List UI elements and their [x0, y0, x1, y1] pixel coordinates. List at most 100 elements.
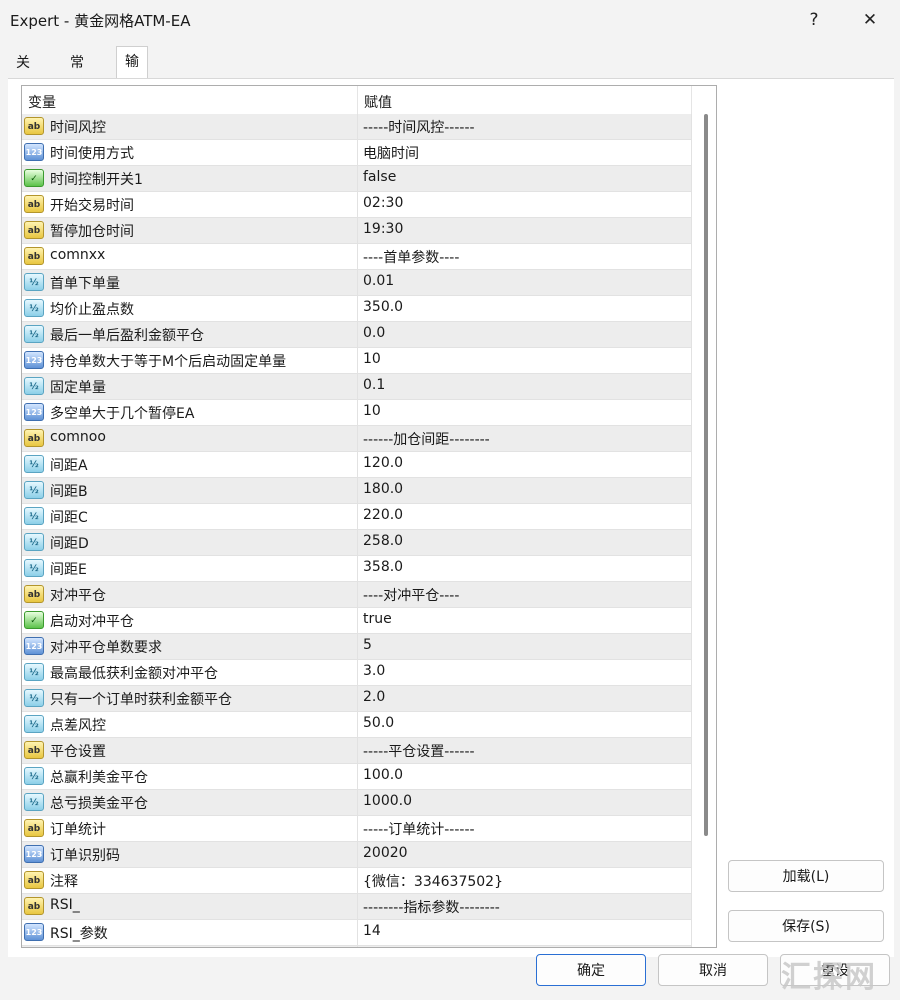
table-row[interactable]: ab 开始交易时间 02:30	[22, 192, 692, 218]
table-row[interactable]: ✓ 时间控制开关1 false	[22, 166, 692, 192]
column-separator	[691, 244, 692, 269]
table-row[interactable]: 123RSI_周期图15 Minutes	[22, 946, 692, 947]
parameter-value[interactable]: 5	[363, 637, 372, 653]
parameter-value[interactable]: 电脑时间	[363, 143, 419, 163]
parameter-name: comnxx	[50, 247, 106, 263]
parameter-value[interactable]: 358.0	[363, 559, 403, 575]
table-row[interactable]: 123 多空单大于几个暂停EA 10	[22, 400, 692, 426]
scrollbar-thumb[interactable]	[704, 114, 708, 836]
table-row[interactable]: ab 对冲平仓 ----对冲平仓----	[22, 582, 692, 608]
parameter-value[interactable]: 50.0	[363, 715, 394, 731]
parameter-value[interactable]: ----首单参数----	[363, 247, 459, 267]
double-type-icon: ½	[24, 455, 44, 473]
parameter-value[interactable]: 02:30	[363, 195, 403, 211]
table-row[interactable]: ½ 间距C 220.0	[22, 504, 692, 530]
table-row[interactable]: ab comnxx ----首单参数----	[22, 244, 692, 270]
tab-about[interactable]: 关于	[8, 48, 38, 101]
parameter-value[interactable]: 3.0	[363, 663, 385, 679]
column-separator	[691, 322, 692, 347]
table-row[interactable]: 123 对冲平仓单数要求 5	[22, 634, 692, 660]
column-separator	[691, 478, 692, 503]
parameter-value[interactable]: 0.0	[363, 325, 385, 341]
table-row[interactable]: ½ 固定单量 0.1	[22, 374, 692, 400]
table-row[interactable]: ab 暂停加仓时间 19:30	[22, 218, 692, 244]
parameter-value[interactable]: 120.0	[363, 455, 403, 471]
table-row[interactable]: 123 时间使用方式 电脑时间	[22, 140, 692, 166]
parameter-name: 开始交易时间	[50, 198, 134, 214]
parameter-value[interactable]: 10	[363, 403, 381, 419]
table-row[interactable]: ½ 总亏损美金平仓 1000.0	[22, 790, 692, 816]
table-row[interactable]: ½ 首单下单量 0.01	[22, 270, 692, 296]
parameter-value[interactable]: true	[363, 611, 392, 627]
double-type-icon: ½	[24, 377, 44, 395]
parameter-value[interactable]: 20020	[363, 845, 408, 861]
parameter-name: 点差风控	[50, 718, 106, 734]
table-row[interactable]: ½ 均价止盈点数 350.0	[22, 296, 692, 322]
parameter-value[interactable]: 0.1	[363, 377, 385, 393]
parameter-value[interactable]: -----平仓设置------	[363, 741, 475, 761]
parameter-value[interactable]: 10	[363, 351, 381, 367]
parameter-value[interactable]: 0.01	[363, 273, 394, 289]
parameter-value[interactable]: 2.0	[363, 689, 385, 705]
table-row[interactable]: ½ 总赢利美金平仓 100.0	[22, 764, 692, 790]
save-button[interactable]: 保存(S)	[728, 910, 884, 942]
table-row[interactable]: 123 订单识别码 20020	[22, 842, 692, 868]
table-row[interactable]: ✓ 启动对冲平仓 true	[22, 608, 692, 634]
tab-inputs[interactable]: 输入参数	[116, 46, 148, 160]
parameter-value[interactable]: 220.0	[363, 507, 403, 523]
column-separator	[691, 114, 692, 139]
column-separator	[691, 504, 692, 529]
load-button[interactable]: 加载(L)	[728, 860, 884, 892]
tab-common[interactable]: 常用	[62, 48, 92, 101]
column-separator	[691, 894, 692, 919]
parameter-value[interactable]: 14	[363, 923, 381, 939]
parameter-value[interactable]: 100.0	[363, 767, 403, 783]
table-row[interactable]: 123 RSI_参数 14	[22, 920, 692, 946]
parameter-value[interactable]: ----对冲平仓----	[363, 585, 459, 605]
parameter-value[interactable]: 180.0	[363, 481, 403, 497]
cancel-button[interactable]: 取消	[658, 954, 768, 986]
parameter-value[interactable]: {微信：334637502}	[363, 871, 503, 891]
parameter-name: 时间控制开关1	[50, 172, 143, 188]
column-header-value[interactable]: 赋值	[364, 92, 392, 112]
table-row[interactable]: ab comnoo ------加仓间距--------	[22, 426, 692, 452]
table-row[interactable]: ½ 间距B 180.0	[22, 478, 692, 504]
table-row[interactable]: 123 持仓单数大于等于M个后启动固定单量 10	[22, 348, 692, 374]
parameter-value[interactable]: ------加仓间距--------	[363, 429, 490, 449]
table-row[interactable]: ½ 点差风控 50.0	[22, 712, 692, 738]
parameter-value[interactable]: -----时间风控------	[363, 117, 475, 137]
table-row[interactable]: ½ 间距D 258.0	[22, 530, 692, 556]
parameter-value[interactable]: -----订单统计------	[363, 819, 475, 839]
parameter-value[interactable]: 258.0	[363, 533, 403, 549]
table-row[interactable]: ½ 间距A 120.0	[22, 452, 692, 478]
table-row[interactable]: ½ 最高最低获利金额对冲平仓 3.0	[22, 660, 692, 686]
parameter-grid[interactable]: 变量 赋值 ab 时间风控 -----时间风控------ 123 时间使用方式 电脑时间…	[21, 85, 717, 948]
column-separator	[357, 400, 358, 425]
help-button[interactable]: ?	[794, 6, 834, 34]
vertical-scrollbar[interactable]	[702, 114, 714, 945]
table-row[interactable]: ½ 最后一单后盈利金额平仓 0.0	[22, 322, 692, 348]
table-row[interactable]: ab 平仓设置 -----平仓设置------	[22, 738, 692, 764]
column-separator	[691, 296, 692, 321]
parameter-value[interactable]: 19:30	[363, 221, 403, 237]
string-type-icon: ab	[24, 871, 44, 889]
column-separator	[691, 686, 692, 711]
ok-button[interactable]: 确定	[536, 954, 646, 986]
double-type-icon: ½	[24, 715, 44, 733]
parameter-value[interactable]: 1000.0	[363, 793, 412, 809]
table-row[interactable]: ab 订单统计 -----订单统计------	[22, 816, 692, 842]
parameter-value[interactable]: 350.0	[363, 299, 403, 315]
close-button[interactable]: ✕	[850, 6, 890, 34]
table-row[interactable]: ½ 间距E 358.0	[22, 556, 692, 582]
table-row[interactable]: ab 注释 {微信：334637502}	[22, 868, 692, 894]
table-row[interactable]: ab 时间风控 -----时间风控------	[22, 114, 692, 140]
table-row[interactable]: ½ 只有一个订单时获利金额平仓 2.0	[22, 686, 692, 712]
column-header-variable[interactable]: 变量	[28, 92, 56, 112]
parameter-value[interactable]: false	[363, 169, 396, 185]
table-row[interactable]: ab RSI_ --------指标参数--------	[22, 894, 692, 920]
parameter-name: 间距A	[50, 458, 88, 474]
column-separator	[357, 504, 358, 529]
integer-type-icon: 123	[24, 403, 44, 421]
parameter-value[interactable]: --------指标参数--------	[363, 897, 500, 917]
parameter-name: 启动对冲平仓	[50, 614, 134, 630]
